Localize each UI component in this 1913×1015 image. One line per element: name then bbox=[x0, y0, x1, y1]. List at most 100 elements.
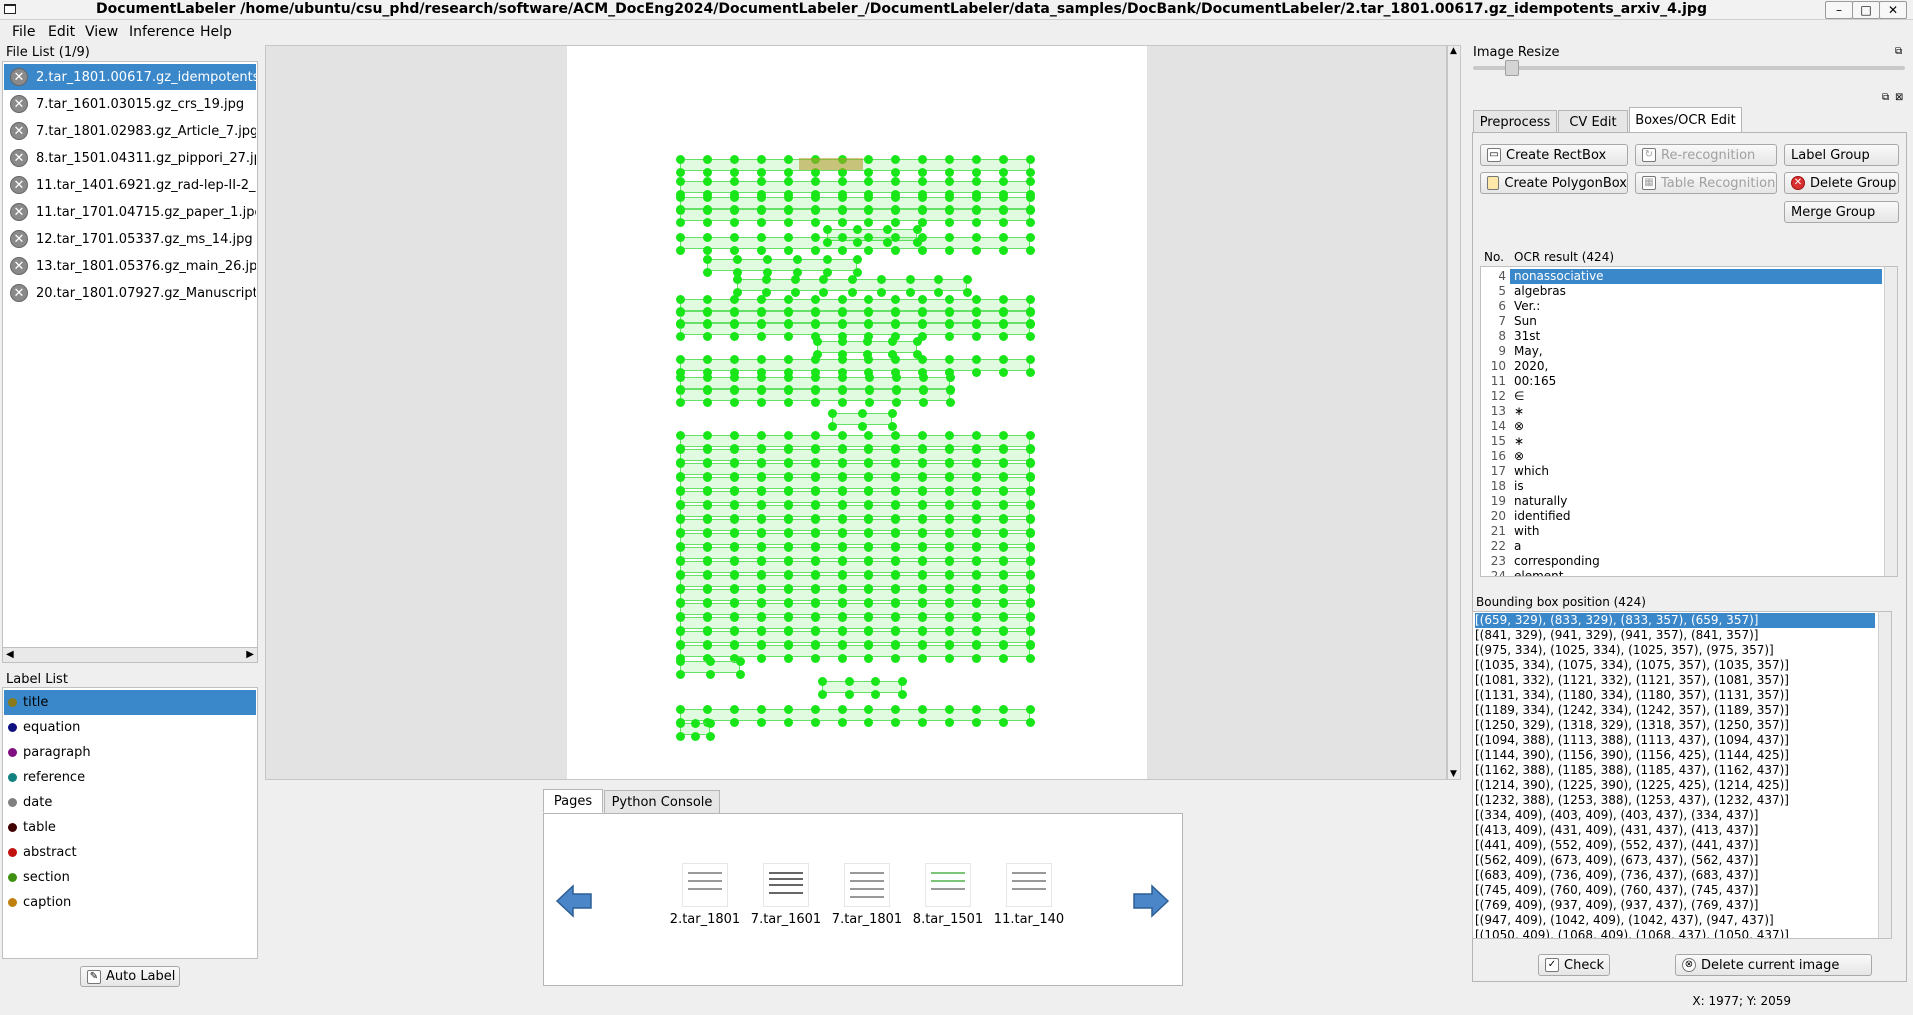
box-vertex-handle[interactable] bbox=[837, 218, 847, 227]
box-vertex-handle[interactable] bbox=[702, 613, 712, 622]
box-vertex-handle[interactable] bbox=[676, 398, 685, 407]
box-vertex-handle[interactable] bbox=[888, 422, 897, 431]
box-vertex-handle[interactable] bbox=[729, 307, 739, 316]
box-vertex-handle[interactable] bbox=[729, 599, 739, 608]
box-vertex-handle[interactable] bbox=[888, 409, 897, 418]
box-vertex-handle[interactable] bbox=[676, 627, 685, 636]
box-vertex-handle[interactable] bbox=[945, 218, 955, 227]
label-item-paragraph[interactable]: paragraph bbox=[4, 740, 256, 765]
ocr-row-text[interactable]: algebras bbox=[1510, 284, 1566, 299]
box-vertex-handle[interactable] bbox=[892, 385, 901, 394]
box-vertex-handle[interactable] bbox=[858, 409, 867, 418]
box-vertex-handle[interactable] bbox=[905, 275, 915, 284]
box-vertex-handle[interactable] bbox=[837, 307, 847, 316]
box-vertex-handle[interactable] bbox=[706, 732, 715, 741]
box-vertex-handle[interactable] bbox=[756, 543, 766, 552]
box-vertex-handle[interactable] bbox=[676, 599, 685, 608]
create-rectbox-button[interactable]: ▭ Create RectBox bbox=[1480, 144, 1628, 166]
delete-group-button[interactable]: ✕ Delete Group bbox=[1784, 172, 1899, 194]
box-vertex-handle[interactable] bbox=[729, 445, 739, 454]
box-vertex-handle[interactable] bbox=[1026, 319, 1035, 328]
box-vertex-handle[interactable] bbox=[810, 218, 820, 227]
box-vertex-handle[interactable] bbox=[819, 288, 829, 297]
ocr-row[interactable]: 14 ⊗ bbox=[1482, 419, 1882, 434]
file-list-item[interactable]: ✕ 7.tar_1601.03015.gz_crs_19.jpg bbox=[4, 91, 256, 117]
box-vertex-handle[interactable] bbox=[811, 398, 820, 407]
ocr-row-text[interactable]: corresponding bbox=[1510, 554, 1600, 569]
box-vertex-handle[interactable] bbox=[1026, 459, 1035, 468]
box-vertex-handle[interactable] bbox=[756, 246, 766, 255]
box-vertex-handle[interactable] bbox=[783, 332, 793, 341]
box-vertex-handle[interactable] bbox=[810, 571, 820, 580]
box-vertex-handle[interactable] bbox=[784, 385, 793, 394]
box-vertex-handle[interactable] bbox=[972, 654, 982, 663]
box-vertex-handle[interactable] bbox=[756, 515, 766, 524]
ocr-list-vscrollbar[interactable] bbox=[1884, 267, 1897, 576]
box-vertex-handle[interactable] bbox=[676, 529, 685, 538]
box-vertex-handle[interactable] bbox=[810, 599, 820, 608]
box-vertex-handle[interactable] bbox=[1026, 599, 1035, 608]
box-vertex-handle[interactable] bbox=[946, 398, 955, 407]
box-vertex-handle[interactable] bbox=[729, 233, 739, 242]
box-vertex-handle[interactable] bbox=[756, 627, 766, 636]
box-vertex-handle[interactable] bbox=[999, 155, 1009, 164]
box-vertex-handle[interactable] bbox=[1026, 218, 1035, 227]
bbox-row[interactable]: [(1131, 334), (1180, 334), (1180, 357), … bbox=[1475, 688, 1875, 703]
ocr-row[interactable]: 11 00:165 bbox=[1482, 374, 1882, 389]
tab-preprocess[interactable]: Preprocess bbox=[1473, 110, 1557, 134]
box-vertex-handle[interactable] bbox=[756, 193, 766, 202]
box-vertex-handle[interactable] bbox=[783, 233, 793, 242]
box-vertex-handle[interactable] bbox=[783, 295, 793, 304]
box-vertex-handle[interactable] bbox=[733, 255, 742, 264]
box-vertex-handle[interactable] bbox=[676, 657, 685, 666]
box-vertex-handle[interactable] bbox=[783, 473, 793, 482]
box-vertex-handle[interactable] bbox=[810, 205, 820, 214]
box-vertex-handle[interactable] bbox=[702, 332, 712, 341]
box-vertex-handle[interactable] bbox=[837, 459, 847, 468]
box-vertex-handle[interactable] bbox=[729, 246, 739, 255]
tab-python-console[interactable]: Python Console bbox=[604, 790, 720, 814]
box-vertex-handle[interactable] bbox=[736, 657, 745, 666]
box-vertex-handle[interactable] bbox=[1026, 431, 1035, 440]
box-vertex-handle[interactable] bbox=[729, 705, 739, 714]
box-vertex-handle[interactable] bbox=[702, 459, 712, 468]
box-vertex-handle[interactable] bbox=[703, 255, 712, 264]
box-vertex-handle[interactable] bbox=[864, 246, 874, 255]
box-vertex-handle[interactable] bbox=[883, 225, 892, 234]
box-vertex-handle[interactable] bbox=[702, 599, 712, 608]
box-vertex-handle[interactable] bbox=[729, 168, 739, 177]
box-vertex-handle[interactable] bbox=[811, 385, 820, 394]
box-vertex-handle[interactable] bbox=[838, 373, 847, 382]
ocr-row-text[interactable]: with bbox=[1510, 524, 1539, 539]
box-vertex-handle[interactable] bbox=[844, 677, 854, 686]
box-vertex-handle[interactable] bbox=[676, 732, 685, 741]
box-vertex-handle[interactable] bbox=[837, 205, 847, 214]
box-vertex-handle[interactable] bbox=[945, 168, 955, 177]
file-list-item[interactable]: ✕ 20.tar_1801.07927.gz_Manuscript_V bbox=[4, 280, 256, 306]
box-vertex-handle[interactable] bbox=[729, 585, 739, 594]
ocr-row-text[interactable]: is bbox=[1510, 479, 1524, 494]
float-panel-icon[interactable]: ⧉ bbox=[1895, 46, 1902, 57]
selected-ocr-box[interactable] bbox=[799, 158, 863, 170]
box-vertex-handle[interactable] bbox=[1026, 705, 1035, 714]
box-vertex-handle[interactable] bbox=[702, 246, 712, 255]
box-vertex-handle[interactable] bbox=[783, 246, 793, 255]
box-vertex-handle[interactable] bbox=[837, 515, 847, 524]
scroll-up-icon[interactable]: ▲ bbox=[1450, 46, 1457, 56]
box-vertex-handle[interactable] bbox=[810, 473, 820, 482]
box-vertex-handle[interactable] bbox=[837, 233, 847, 242]
box-vertex-handle[interactable] bbox=[905, 288, 915, 297]
box-vertex-handle[interactable] bbox=[676, 670, 685, 679]
ocr-row[interactable]: 7 Sun bbox=[1482, 314, 1882, 329]
ocr-row[interactable]: 9 May, bbox=[1482, 344, 1882, 359]
box-vertex-handle[interactable] bbox=[783, 543, 793, 552]
ocr-row[interactable]: 21 with bbox=[1482, 524, 1882, 539]
box-vertex-handle[interactable] bbox=[858, 422, 867, 431]
box-vertex-handle[interactable] bbox=[810, 529, 820, 538]
box-vertex-handle[interactable] bbox=[837, 543, 847, 552]
box-vertex-handle[interactable] bbox=[999, 705, 1009, 714]
box-vertex-handle[interactable] bbox=[810, 246, 820, 255]
box-vertex-handle[interactable] bbox=[1026, 585, 1035, 594]
box-vertex-handle[interactable] bbox=[1026, 515, 1035, 524]
box-vertex-handle[interactable] bbox=[729, 155, 739, 164]
